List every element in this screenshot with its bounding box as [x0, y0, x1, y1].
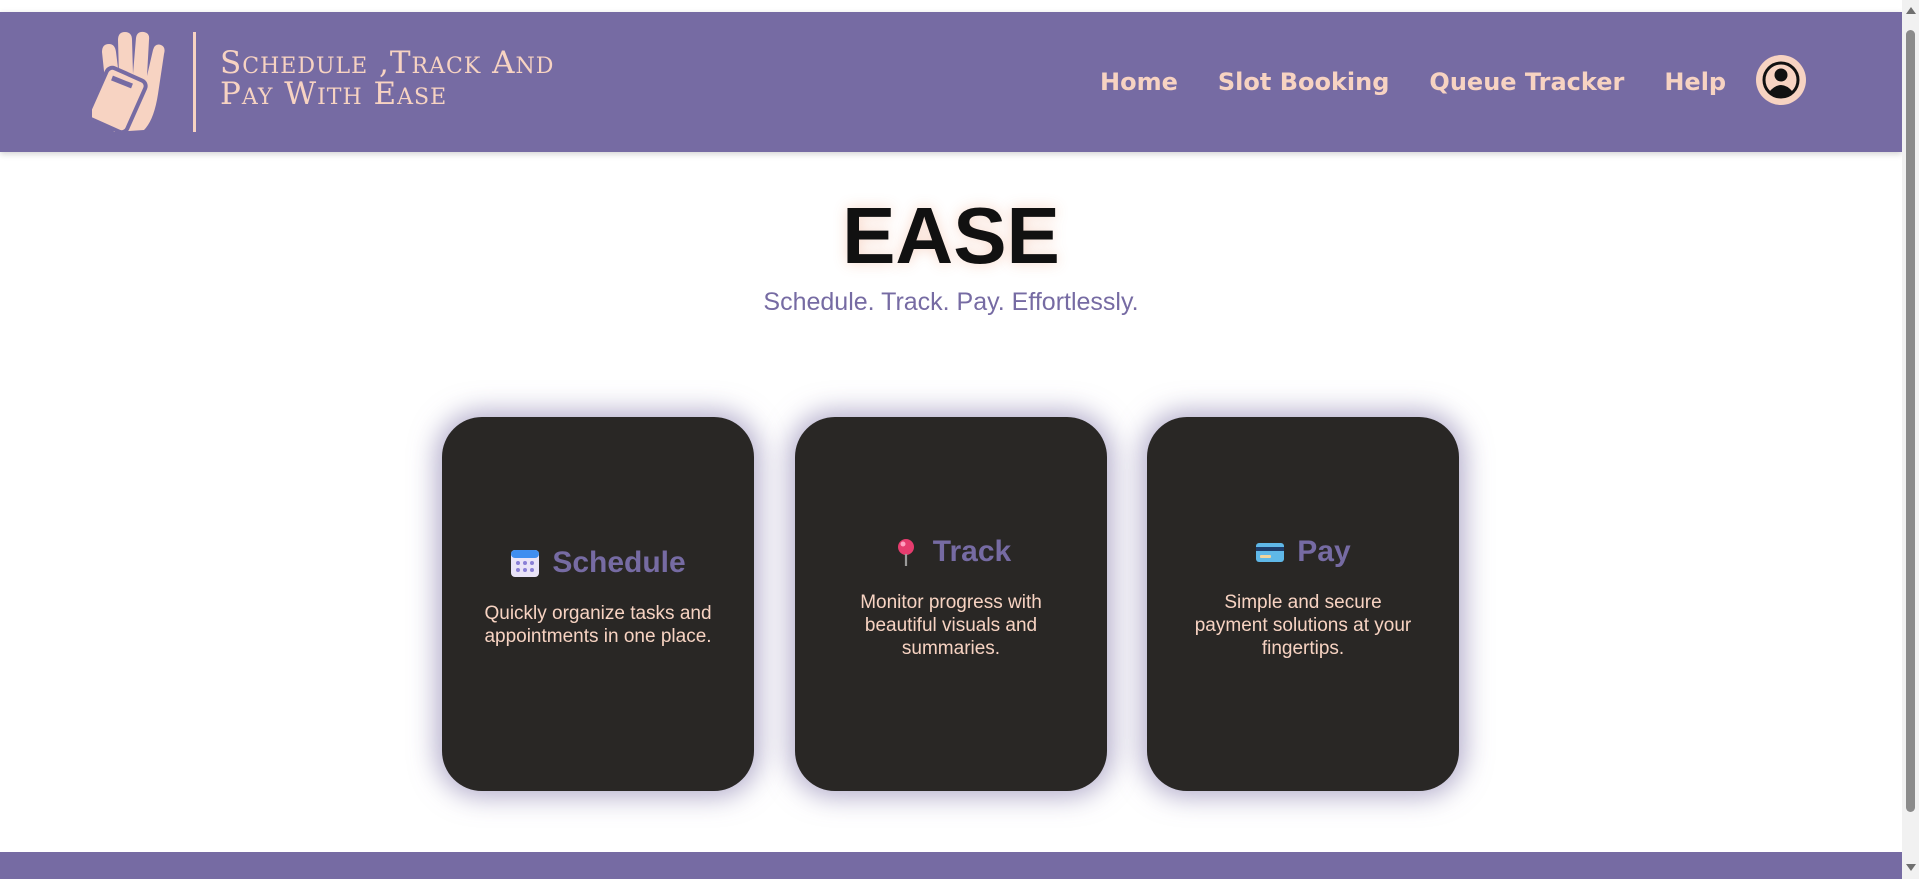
hero-title: EASE — [842, 191, 1060, 280]
site-header: Schedule ,Track And Pay With Ease Home S… — [0, 12, 1902, 152]
user-circle-icon — [1762, 61, 1800, 99]
site-footer — [0, 852, 1902, 879]
card-header: Schedule — [510, 546, 686, 580]
card-header: Pay — [1255, 534, 1351, 569]
card-title: Pay — [1297, 534, 1351, 568]
brand-line-2: Pay With Ease — [220, 76, 448, 112]
hand-card-icon — [92, 31, 165, 134]
logo-divider — [193, 32, 196, 132]
page: Schedule ,Track And Pay With Ease Home S… — [0, 0, 1902, 879]
main-nav: Home Slot Booking Queue Tracker Help — [1100, 68, 1766, 96]
card-description: Quickly organize tasks and appointments … — [484, 603, 712, 647]
nav-queue-tracker[interactable]: Queue Tracker — [1429, 68, 1624, 96]
vertical-scrollbar[interactable] — [1902, 0, 1919, 879]
scroll-up-arrow-icon[interactable] — [1906, 7, 1916, 14]
feature-card-pay[interactable]: Pay Simple and secure payment solutions … — [1147, 417, 1459, 791]
feature-card-schedule[interactable]: Schedule Quickly organize tasks and appo… — [442, 417, 754, 791]
nav-slot-booking[interactable]: Slot Booking — [1218, 68, 1390, 96]
pin-icon — [897, 538, 914, 566]
card-title: Track — [932, 534, 1012, 568]
card-header: Track — [891, 535, 1011, 569]
brand-line-1: Schedule ,Track And — [220, 45, 555, 81]
credit-card-icon — [1256, 542, 1285, 562]
feature-card-track[interactable]: Track Monitor progress with beautiful vi… — [795, 417, 1107, 791]
nav-help[interactable]: Help — [1664, 68, 1726, 96]
nav-home[interactable]: Home — [1100, 68, 1178, 96]
card-title: Schedule — [552, 546, 686, 579]
hero-subtitle: Schedule. Track. Pay. Effortlessly. — [763, 288, 1139, 316]
scroll-down-arrow-icon[interactable] — [1906, 864, 1916, 871]
card-description: Monitor progress with beautiful visuals … — [860, 591, 1042, 659]
brand-title: Schedule ,Track And Pay With Ease — [220, 48, 554, 110]
account-button[interactable] — [1756, 55, 1806, 105]
card-description: Simple and secure payment solutions at y… — [1194, 591, 1412, 659]
calendar-icon — [511, 550, 540, 577]
scroll-thumb[interactable] — [1906, 30, 1915, 812]
